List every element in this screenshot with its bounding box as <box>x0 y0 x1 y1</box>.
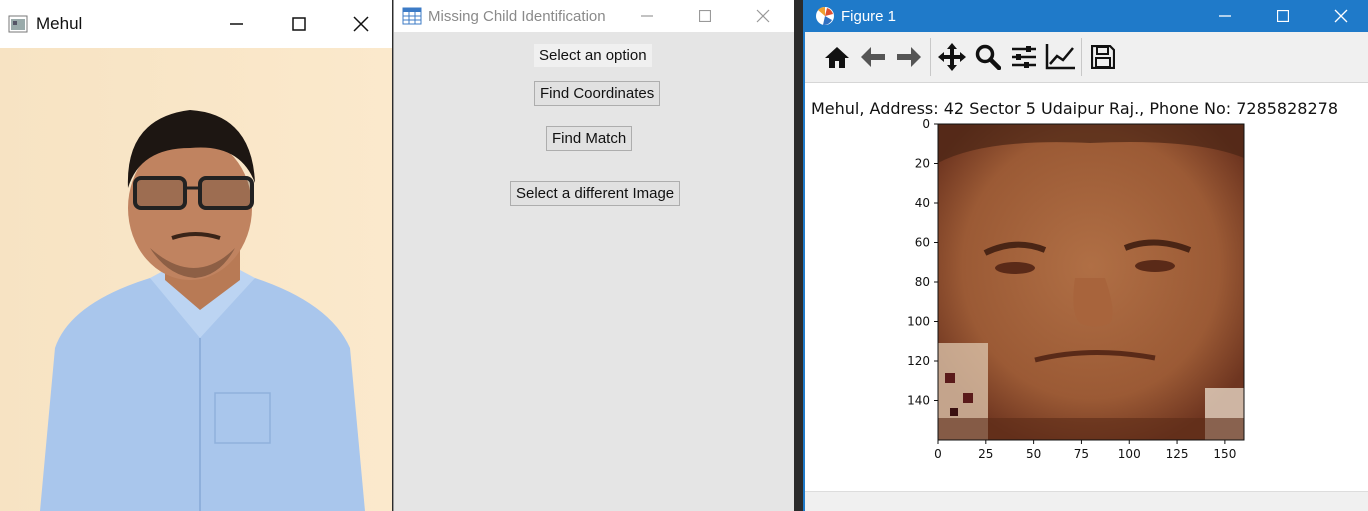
photo-window-titlebar[interactable]: Mehul <box>0 0 392 48</box>
y-tick-label: 20 <box>915 157 930 171</box>
close-button[interactable] <box>330 0 392 48</box>
x-tick-label: 150 <box>1213 447 1236 461</box>
app-icon <box>8 14 28 34</box>
photo-window: Mehul <box>0 0 392 511</box>
y-tick-label: 120 <box>907 354 930 368</box>
menu-window-title: Missing Child Identification <box>428 7 606 25</box>
maximize-button[interactable] <box>676 0 734 32</box>
close-icon <box>1334 9 1348 23</box>
photo-window-title: Mehul <box>36 14 83 33</box>
y-tick-label: 100 <box>907 315 930 329</box>
toolbar-separator <box>930 38 931 76</box>
y-tick-label: 140 <box>907 394 930 408</box>
y-tick-label: 40 <box>915 196 930 210</box>
forward-arrow-icon <box>897 47 921 67</box>
x-tick-label: 100 <box>1118 447 1141 461</box>
y-tick-label: 0 <box>922 118 930 131</box>
maximize-icon <box>292 17 306 31</box>
maximize-icon <box>1277 10 1289 22</box>
zoom-button[interactable] <box>970 37 1006 77</box>
plot-title: Mehul, Address: 42 Sector 5 Udaipur Raj.… <box>811 99 1339 118</box>
x-tick-label: 50 <box>1026 447 1041 461</box>
find-match-button[interactable]: Find Match <box>546 126 633 151</box>
close-icon <box>353 16 369 32</box>
configure-subplots-button[interactable] <box>1006 37 1042 77</box>
edit-axes-button[interactable] <box>1042 37 1078 77</box>
select-different-image-button[interactable]: Select a different Image <box>510 181 681 206</box>
forward-button[interactable] <box>891 37 927 77</box>
x-tick-label: 125 <box>1166 447 1189 461</box>
table-icon <box>402 7 422 25</box>
minimize-button[interactable] <box>1196 0 1254 32</box>
navigation-toolbar <box>805 32 1368 83</box>
home-icon <box>825 47 849 68</box>
pan-button[interactable] <box>934 37 970 77</box>
back-button[interactable] <box>855 37 891 77</box>
zoom-icon <box>975 44 1001 70</box>
minimize-icon <box>230 23 243 25</box>
minimize-button[interactable] <box>618 0 676 32</box>
maximize-button[interactable] <box>268 0 330 48</box>
x-tick-label: 75 <box>1074 447 1089 461</box>
option-prompt-label: Select an option <box>534 44 652 67</box>
close-button[interactable] <box>734 0 792 32</box>
person-photo <box>0 48 392 511</box>
matplotlib-icon <box>815 6 835 26</box>
close-icon <box>756 9 770 23</box>
menu-window-titlebar[interactable]: Missing Child Identification <box>394 0 794 32</box>
plot-canvas[interactable]: 0 25 50 75 100 125 150 0 20 40 60 80 100 120 140 <box>805 118 1368 470</box>
figure-window: Figure 1 Mehul, Address: 42 Sector 5 Uda… <box>803 0 1368 511</box>
figure-window-titlebar[interactable]: Figure 1 <box>805 0 1368 32</box>
y-tick-label: 80 <box>915 275 930 289</box>
minimize-icon <box>641 15 653 17</box>
minimize-button[interactable] <box>206 0 268 48</box>
figure-window-title: Figure 1 <box>841 7 897 25</box>
toolbar-separator <box>1081 38 1082 76</box>
configure-subplots-icon <box>1012 46 1036 68</box>
face-image <box>938 124 1244 440</box>
close-button[interactable] <box>1312 0 1368 32</box>
edit-axes-icon <box>1045 44 1075 70</box>
maximize-button[interactable] <box>1254 0 1312 32</box>
back-arrow-icon <box>861 47 885 67</box>
home-button[interactable] <box>819 37 855 77</box>
status-bar <box>805 491 1368 511</box>
menu-window: Missing Child Identification Select an o… <box>393 0 794 511</box>
y-tick-label: 60 <box>915 236 930 250</box>
maximize-icon <box>699 10 711 22</box>
minimize-icon <box>1219 15 1231 17</box>
x-tick-label: 25 <box>978 447 993 461</box>
pan-icon <box>938 43 966 71</box>
save-button[interactable] <box>1085 37 1121 77</box>
find-coordinates-button[interactable]: Find Coordinates <box>534 81 661 106</box>
save-icon <box>1091 45 1115 69</box>
x-tick-label: 0 <box>934 447 942 461</box>
